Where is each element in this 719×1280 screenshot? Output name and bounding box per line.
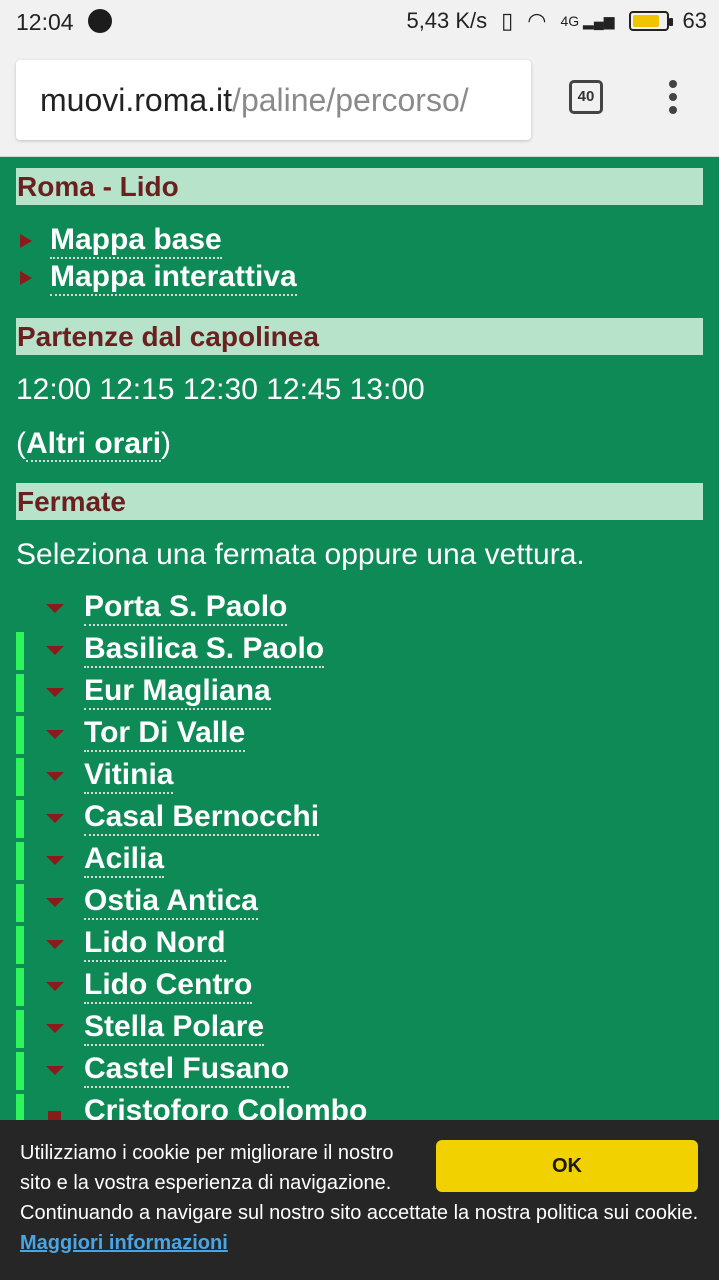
cookie-text-line1: Utilizziamo i cookie per migliorare il n… (20, 1142, 394, 1194)
stop-row: Lido Centro (16, 968, 716, 1010)
route-line-segment (16, 968, 24, 1006)
net-speed: 5,43 K/s (406, 8, 488, 33)
route-line-segment (16, 1094, 24, 1120)
map-base-link[interactable]: Mappa base (50, 223, 222, 259)
stop-marker-icon (46, 688, 64, 697)
route-line-segment (16, 758, 24, 796)
page-content: Roma - Lido Mappa base Mappa interattiva… (0, 157, 719, 1120)
stop-link[interactable]: Lido Nord (84, 926, 226, 962)
stop-marker-icon (46, 1066, 64, 1075)
wifi-icon: ◠ (527, 8, 547, 33)
stops-instruction: Seleziona una fermata oppure una vettura… (16, 538, 585, 571)
departure-times: 12:00 12:15 12:30 12:45 13:00 (16, 373, 425, 406)
url-bar[interactable]: muovi.roma.it/paline/percorso/ (16, 60, 531, 140)
stop-marker-icon (46, 898, 64, 907)
stop-row: Casal Bernocchi (16, 800, 716, 842)
url-text[interactable]: muovi.roma.it/paline/percorso/ (40, 82, 469, 119)
route-line-segment (16, 1052, 24, 1090)
stop-link[interactable]: Tor Di Valle (84, 716, 246, 752)
altri-orari: (Altri orari) (16, 427, 172, 462)
vibrate-icon: ▯ (501, 8, 514, 33)
battery-icon (628, 11, 673, 31)
overflow-menu-icon[interactable] (661, 80, 685, 116)
stop-marker-icon (46, 772, 64, 781)
stop-marker-icon (46, 814, 64, 823)
stop-link[interactable]: Castel Fusano (84, 1052, 290, 1088)
stop-link[interactable]: Acilia (84, 842, 165, 878)
tab-switcher-button[interactable]: 40 (569, 80, 603, 114)
cookie-ok-button[interactable]: OK (436, 1140, 698, 1192)
route-line-segment (16, 884, 24, 922)
stop-link[interactable]: Basilica S. Paolo (84, 632, 325, 668)
route-line-segment (16, 800, 24, 838)
browser-toolbar: muovi.roma.it/paline/percorso/ 40 (0, 44, 719, 157)
route-line-segment (16, 926, 24, 964)
route-line-segment (16, 1010, 24, 1048)
stop-link[interactable]: Eur Magliana (84, 674, 271, 710)
stop-marker-icon (46, 646, 64, 655)
stop-row: Stella Polare (16, 1010, 716, 1052)
stop-marker-icon (46, 604, 64, 613)
bullet-arrow-icon (20, 234, 32, 248)
stop-row: Acilia (16, 842, 716, 884)
stop-row: Basilica S. Paolo (16, 632, 716, 674)
whatsapp-icon (88, 9, 112, 33)
stop-link[interactable]: Cristoforo Colombo (84, 1094, 367, 1120)
bullet-arrow-icon (20, 271, 32, 285)
stop-row: Lido Nord (16, 926, 716, 968)
stop-row: Porta S. Paolo (16, 590, 716, 632)
stop-link[interactable]: Casal Bernocchi (84, 800, 320, 836)
stop-marker-icon (46, 856, 64, 865)
status-bar: 12:04 5,43 K/s ▯ ◠ 4G ▂▄▆ 63 (0, 0, 719, 44)
url-path: /paline/percorso/ (232, 82, 469, 118)
cookie-text-line2: Continuando a navigare sul nostro sito a… (20, 1202, 699, 1224)
terminus-marker-icon (48, 1111, 61, 1120)
cookie-banner: Utilizziamo i cookie per migliorare il n… (0, 1120, 719, 1280)
stop-link[interactable]: Vitinia (84, 758, 174, 794)
altri-orari-link[interactable]: Altri orari (26, 427, 162, 462)
stop-link[interactable]: Porta S. Paolo (84, 590, 288, 626)
map-link-row: Mappa base (20, 223, 222, 259)
stop-row: Cristoforo Colombo (16, 1094, 716, 1120)
stop-marker-icon (46, 730, 64, 739)
status-time: 12:04 (16, 9, 74, 35)
stops-header: Fermate (16, 483, 703, 520)
route-line-segment (16, 716, 24, 754)
route-title: Roma - Lido (16, 168, 703, 205)
stop-row: Eur Magliana (16, 674, 716, 716)
status-icons: 5,43 K/s ▯ ◠ 4G ▂▄▆ 63 (406, 8, 707, 34)
map-link-row: Mappa interattiva (20, 260, 297, 296)
map-interactive-link[interactable]: Mappa interattiva (50, 260, 297, 296)
stop-row: Vitinia (16, 758, 716, 800)
stop-marker-icon (46, 1024, 64, 1033)
battery-level: 63 (682, 8, 707, 33)
stop-link[interactable]: Stella Polare (84, 1010, 265, 1046)
stop-marker-icon (46, 940, 64, 949)
stop-marker-icon (46, 982, 64, 991)
stop-row: Ostia Antica (16, 884, 716, 926)
departures-header: Partenze dal capolinea (16, 318, 703, 355)
url-host: muovi.roma.it (40, 82, 233, 118)
stop-row: Tor Di Valle (16, 716, 716, 758)
cookie-more-info-link[interactable]: Maggiori informazioni (20, 1232, 228, 1254)
stop-row: Castel Fusano (16, 1052, 716, 1094)
stop-link[interactable]: Lido Centro (84, 968, 253, 1004)
route-line-segment (16, 842, 24, 880)
route-line-segment (16, 632, 24, 670)
route-line-segment (16, 674, 24, 712)
signal-icon: 4G ▂▄▆ (560, 12, 615, 29)
stop-link[interactable]: Ostia Antica (84, 884, 258, 920)
